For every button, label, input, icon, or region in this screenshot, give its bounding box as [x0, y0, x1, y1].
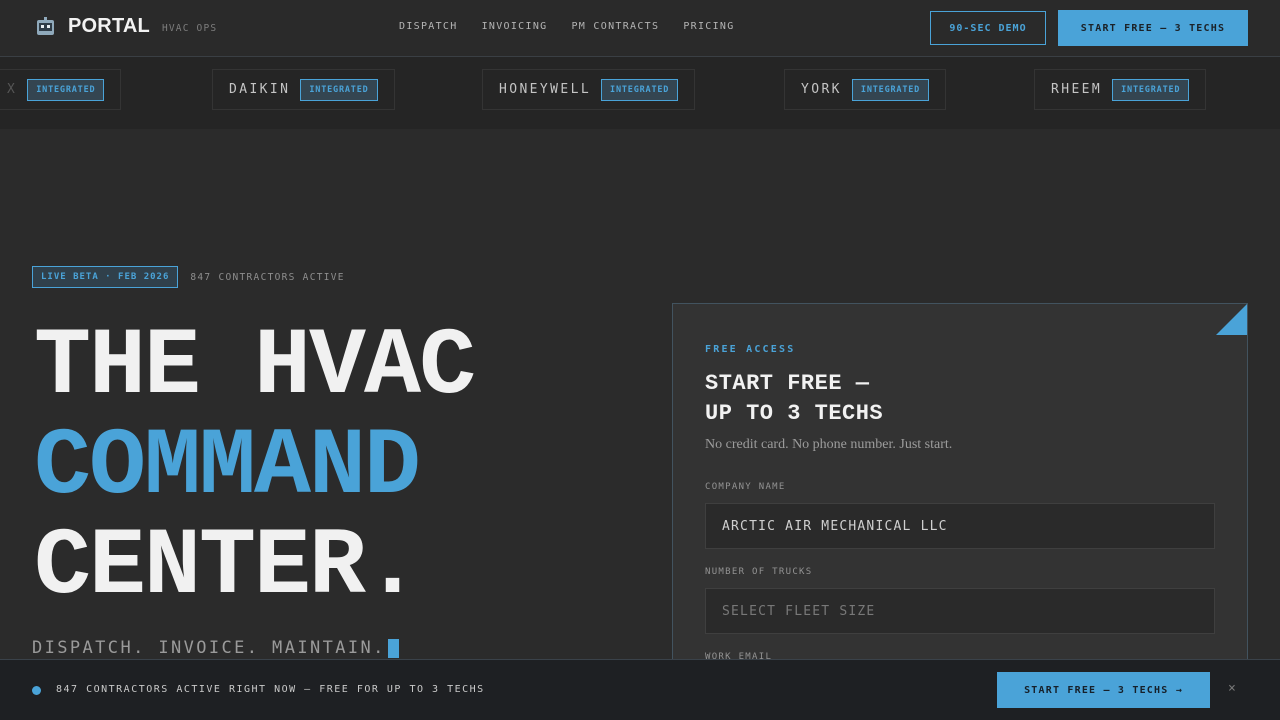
integrations-strip: X INTEGRATED DAIKIN INTEGRATED HONEYWELL…	[0, 57, 1280, 129]
company-name-input[interactable]	[705, 503, 1215, 549]
card-subtitle: No credit card. No phone number. Just st…	[705, 437, 953, 452]
integration-name: X	[7, 82, 18, 97]
start-free-button[interactable]: START FREE — 3 TECHS	[1058, 10, 1248, 46]
integrated-badge: INTEGRATED	[27, 78, 105, 101]
brand-tag: HVAC OPS	[161, 22, 218, 34]
integration-chip-partial: X INTEGRATED	[0, 69, 122, 110]
sticky-cta-bar: 847 CONTRACTORS ACTIVE RIGHT NOW — FREE …	[0, 659, 1280, 720]
close-icon[interactable]: ×	[1228, 681, 1236, 696]
hero-title-line-3: CENTER.	[34, 513, 421, 621]
top-nav: PORTAL HVAC OPS DISPATCH INVOICING PM CO…	[0, 0, 1280, 57]
card-title: START FREE — UP TO 3 TECHS	[705, 369, 883, 429]
integration-chip-rheem: RHEEM INTEGRATED	[1034, 69, 1207, 110]
robot-logo-icon	[37, 17, 54, 35]
fleet-size-select[interactable]	[705, 588, 1215, 634]
blinking-cursor	[387, 638, 399, 658]
hero-title-line-2: COMMAND	[34, 413, 421, 521]
company-name-label: COMPANY NAME	[705, 482, 786, 492]
integrated-badge: INTEGRATED	[1112, 78, 1190, 101]
integrated-badge: INTEGRATED	[300, 78, 378, 101]
tagline-text: DISPATCH. INVOICE. MAINTAIN.	[32, 638, 386, 658]
contractors-active-count: 847 CONTRACTORS ACTIVE	[190, 271, 345, 283]
nav-link-pricing[interactable]: PRICING	[683, 21, 734, 32]
integration-name: YORK	[801, 82, 842, 97]
hero-title-line-1: THE HVAC	[34, 313, 476, 421]
integration-chip-daikin: DAIKIN INTEGRATED	[212, 69, 395, 110]
brand[interactable]: PORTAL HVAC OPS	[36, 15, 217, 38]
signup-card: FREE ACCESS START FREE — UP TO 3 TECHS N…	[672, 303, 1248, 703]
live-status-dot	[32, 686, 41, 695]
nav-link-pm-contracts[interactable]: PM CONTRACTS	[571, 21, 659, 32]
sticky-start-free-button[interactable]: START FREE — 3 TECHS →	[997, 672, 1210, 708]
integration-chip-york: YORK INTEGRATED	[784, 69, 947, 110]
brand-name: PORTAL	[68, 15, 150, 37]
live-beta-badge: LIVE BETA · FEB 2026	[32, 266, 179, 288]
card-title-line-2: UP TO 3 TECHS	[705, 401, 884, 426]
integration-name: HONEYWELL	[499, 82, 592, 97]
integrated-badge: INTEGRATED	[601, 78, 679, 101]
number-of-trucks-label: NUMBER OF TRUCKS	[705, 567, 813, 577]
sticky-bar-text: 847 CONTRACTORS ACTIVE RIGHT NOW — FREE …	[56, 684, 485, 695]
nav-link-dispatch[interactable]: DISPATCH	[399, 21, 458, 32]
card-eyebrow: FREE ACCESS	[705, 344, 796, 355]
hero-tagline: DISPATCH. INVOICE. MAINTAIN.	[32, 638, 399, 658]
integrated-badge: INTEGRATED	[851, 78, 930, 101]
integration-name: RHEEM	[1051, 82, 1103, 97]
card-title-line-1: START FREE —	[705, 371, 870, 396]
corner-accent	[1216, 304, 1247, 335]
integration-name: DAIKIN	[229, 82, 291, 97]
nav-links: DISPATCH INVOICING PM CONTRACTS PRICING	[399, 21, 759, 32]
integration-chip-honeywell: HONEYWELL INTEGRATED	[482, 69, 696, 110]
nav-link-invoicing[interactable]: INVOICING	[482, 21, 548, 32]
beta-row: LIVE BETA · FEB 2026 847 CONTRACTORS ACT…	[32, 266, 345, 288]
demo-button[interactable]: 90-SEC DEMO	[930, 11, 1046, 45]
